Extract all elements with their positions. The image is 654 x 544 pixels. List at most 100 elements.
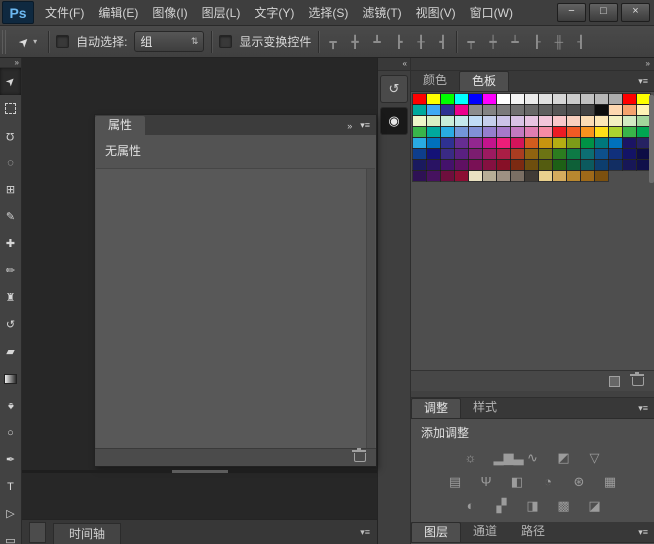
toolbox-collapse-icon[interactable]: »	[0, 58, 21, 68]
swatch[interactable]	[539, 160, 552, 170]
distribute-horizontal-centers-icon[interactable]: ╫	[552, 35, 565, 49]
swatch[interactable]	[441, 160, 454, 170]
swatch[interactable]	[413, 138, 426, 148]
swatch[interactable]	[455, 94, 468, 104]
align-left-edges-icon[interactable]: ┣	[392, 35, 405, 49]
swatch[interactable]	[497, 160, 510, 170]
swatch[interactable]	[553, 94, 566, 104]
distribute-bottom-edges-icon[interactable]: ┷	[508, 35, 521, 49]
swatch[interactable]	[623, 160, 636, 170]
swatch[interactable]	[595, 94, 608, 104]
swatch[interactable]	[483, 149, 496, 159]
menu-edit[interactable]: 编辑(E)	[91, 4, 145, 21]
quick-selection-tool[interactable]: ◌	[0, 149, 21, 176]
gradient-map-icon[interactable]: ▩	[556, 498, 572, 514]
swatch[interactable]	[539, 116, 552, 126]
swatch[interactable]	[455, 160, 468, 170]
swatch[interactable]	[497, 127, 510, 137]
color-lookup-icon[interactable]: ▦	[602, 474, 618, 490]
swatch[interactable]	[413, 105, 426, 115]
delete-swatch-icon[interactable]	[632, 377, 644, 386]
swatch[interactable]	[623, 94, 636, 104]
history-panel-icon[interactable]: ↺	[380, 75, 408, 103]
menu-view[interactable]: 视图(V)	[409, 4, 463, 21]
swatch[interactable]	[427, 94, 440, 104]
swatch[interactable]	[553, 160, 566, 170]
swatch[interactable]	[581, 94, 594, 104]
swatch[interactable]	[609, 149, 622, 159]
swatch[interactable]	[441, 127, 454, 137]
swatch[interactable]	[539, 149, 552, 159]
menu-type[interactable]: 文字(Y)	[247, 4, 301, 21]
swatch[interactable]	[553, 116, 566, 126]
color-balance-icon[interactable]: Ψ	[478, 474, 494, 490]
swatch[interactable]	[581, 171, 594, 181]
swatch[interactable]	[553, 171, 566, 181]
swatch[interactable]	[483, 105, 496, 115]
swatch[interactable]	[609, 94, 622, 104]
actions-panel-icon[interactable]: ◉	[380, 107, 408, 135]
swatch[interactable]	[427, 138, 440, 148]
menu-filter[interactable]: 滤镜(T)	[355, 4, 408, 21]
swatch[interactable]	[553, 105, 566, 115]
swatch[interactable]	[413, 149, 426, 159]
swatch[interactable]	[609, 127, 622, 137]
swatch[interactable]	[623, 116, 636, 126]
move-tool[interactable]: ➤	[0, 68, 21, 95]
align-bottom-edges-icon[interactable]: ┻	[370, 35, 383, 49]
rectangular-marquee-tool[interactable]	[0, 95, 21, 122]
black-and-white-icon[interactable]: ◧	[509, 474, 525, 490]
swatch[interactable]	[413, 127, 426, 137]
eyedropper-tool[interactable]: ✎	[0, 203, 21, 230]
swatch[interactable]	[595, 127, 608, 137]
menu-layer[interactable]: 图层(L)	[195, 4, 248, 21]
swatch[interactable]	[539, 105, 552, 115]
swatch[interactable]	[623, 127, 636, 137]
menu-file[interactable]: 文件(F)	[38, 4, 91, 21]
align-top-edges-icon[interactable]: ┳	[326, 35, 339, 49]
swatch[interactable]	[567, 160, 580, 170]
swatch[interactable]	[427, 149, 440, 159]
swatch[interactable]	[511, 116, 524, 126]
swatch[interactable]	[553, 127, 566, 137]
swatch[interactable]	[427, 116, 440, 126]
eraser-tool[interactable]: ▰	[0, 338, 21, 365]
pen-tool[interactable]: ✒	[0, 446, 21, 473]
strip-collapse-icon[interactable]: «	[378, 58, 410, 71]
swatch[interactable]	[525, 149, 538, 159]
swatch[interactable]	[525, 138, 538, 148]
menu-window[interactable]: 窗口(W)	[463, 4, 520, 21]
curves-icon[interactable]: ∿	[525, 450, 541, 466]
brush-tool[interactable]: ✏	[0, 257, 21, 284]
swatch[interactable]	[469, 138, 482, 148]
rectangle-tool[interactable]: ▭	[0, 527, 21, 544]
distribute-vertical-centers-icon[interactable]: ┿	[486, 35, 499, 49]
properties-scrollbar[interactable]	[366, 169, 375, 448]
collapse-panel-icon[interactable]: »	[347, 121, 352, 131]
tab-styles[interactable]: 样式	[461, 398, 509, 417]
swatch[interactable]	[595, 105, 608, 115]
swatch[interactable]	[455, 149, 468, 159]
swatch[interactable]	[455, 171, 468, 181]
adjustments-menu-icon[interactable]: ▾≡	[638, 403, 654, 414]
timeline-menu-icon[interactable]: ▾≡	[360, 527, 377, 544]
swatch[interactable]	[609, 160, 622, 170]
swatch[interactable]	[441, 116, 454, 126]
swatch[interactable]	[595, 116, 608, 126]
swatch[interactable]	[609, 105, 622, 115]
align-horizontal-centers-icon[interactable]: ╂	[414, 35, 427, 49]
tab-adjustments[interactable]: 调整	[411, 398, 461, 418]
dodge-tool[interactable]: ○	[0, 419, 21, 446]
dock-collapse-icon[interactable]: »	[411, 58, 654, 71]
auto-select-dropdown[interactable]: 组 ⇅	[134, 31, 204, 52]
distribute-top-edges-icon[interactable]: ┯	[464, 35, 477, 49]
swatches-scrollbar[interactable]	[649, 95, 654, 183]
swatch[interactable]	[581, 127, 594, 137]
swatch[interactable]	[595, 149, 608, 159]
swatch[interactable]	[469, 171, 482, 181]
swatch[interactable]	[553, 138, 566, 148]
show-transform-checkbox[interactable]	[219, 35, 232, 48]
layers-menu-icon[interactable]: ▾≡	[638, 527, 654, 538]
swatch[interactable]	[525, 171, 538, 181]
tab-layers[interactable]: 图层	[411, 522, 461, 542]
